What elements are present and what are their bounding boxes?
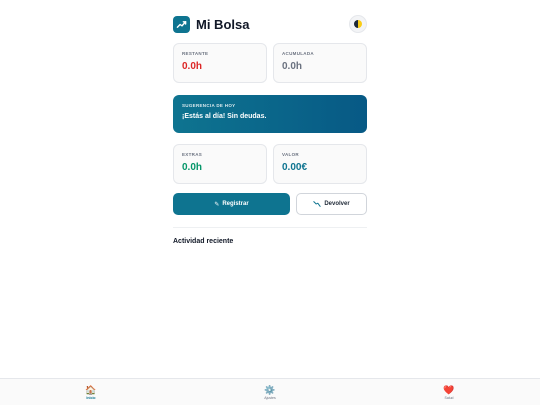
app-title: Mi Bolsa (196, 16, 250, 32)
suggestion-label: SUGERENCIA DE HOY (182, 103, 236, 108)
brand: Mi Bolsa (173, 15, 250, 33)
heart-icon: ❤️ (443, 384, 455, 395)
card-value: 0.0h (182, 61, 203, 72)
nav-item-salud[interactable]: ❤️ Salud (436, 379, 462, 405)
card-extras: EXTRAS 0.0h (173, 144, 267, 184)
nav-label: Salud (444, 395, 454, 400)
register-button[interactable]: ✎ Registrar (173, 193, 290, 215)
nav-item-inicio[interactable]: 🏠 Inicio (78, 379, 104, 405)
pencil-icon: ✎ (214, 201, 220, 208)
main-container: Mi Bolsa RESTANTE 0.0h ACUMULADA 0.0h SU… (173, 12, 367, 245)
trend-down-icon (313, 201, 321, 207)
trend-up-icon (173, 15, 190, 33)
gear-icon: ⚙️ (264, 384, 276, 395)
card-valor: VALOR 0.00€ (273, 144, 367, 184)
card-label: ACUMULADA (282, 51, 314, 56)
header: Mi Bolsa (173, 12, 367, 36)
card-restante: RESTANTE 0.0h (173, 43, 267, 83)
nav-label: Inicio (86, 395, 96, 400)
return-label: Devolver (324, 201, 350, 207)
theme-toggle-button[interactable] (349, 15, 367, 33)
card-label: EXTRAS (182, 152, 203, 157)
card-value: 0.00€ (282, 162, 308, 173)
nav-label: Ajustes (264, 395, 276, 400)
suggestion-text: ¡Estás al día! Sin deudas. (182, 113, 267, 120)
suggestion-card: SUGERENCIA DE HOY ¡Estás al día! Sin deu… (173, 95, 367, 133)
stats-bottom: EXTRAS 0.0h VALOR 0.00€ (173, 144, 367, 184)
actions: ✎ Registrar Devolver (173, 193, 367, 215)
card-acumulada: ACUMULADA 0.0h (273, 43, 367, 83)
nav-item-ajustes[interactable]: ⚙️ Ajustes (257, 379, 283, 405)
home-icon: 🏠 (85, 384, 97, 395)
divider (173, 227, 367, 228)
theme-icon (354, 20, 362, 28)
recent-activity-title: Actividad reciente (173, 238, 234, 245)
bottom-nav: 🏠 Inicio ⚙️ Ajustes ❤️ Salud (0, 378, 540, 405)
card-value: 0.0h (282, 61, 303, 72)
register-label: Registrar (222, 201, 249, 207)
return-button[interactable]: Devolver (296, 193, 367, 215)
stats-top: RESTANTE 0.0h ACUMULADA 0.0h (173, 43, 367, 83)
card-value: 0.0h (182, 162, 203, 173)
card-label: RESTANTE (182, 51, 209, 56)
card-label: VALOR (282, 152, 299, 157)
